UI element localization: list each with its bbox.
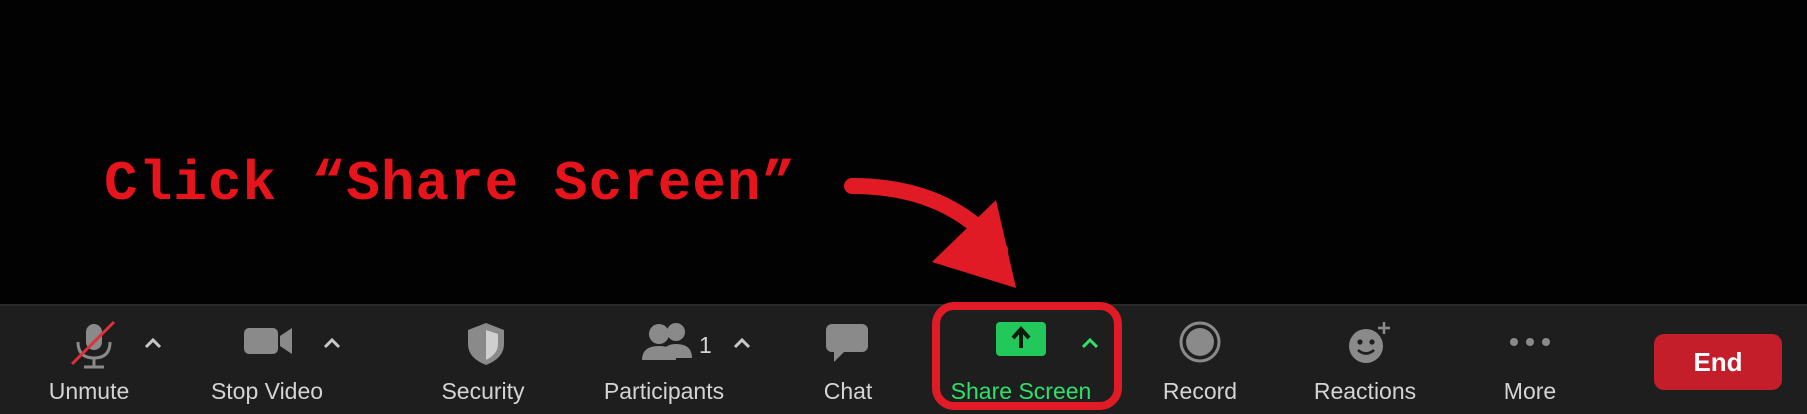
record-icon (1179, 321, 1221, 363)
chat-bubble-icon (826, 324, 868, 362)
chat-button[interactable]: Chat (800, 306, 896, 414)
video-options-chevron-icon[interactable] (322, 336, 342, 350)
unmute-label: Unmute (48, 378, 130, 404)
participants-icon (642, 323, 692, 360)
add-reaction-icon (1349, 322, 1390, 363)
more-button[interactable]: More (1480, 306, 1580, 414)
reactions-button[interactable]: Reactions (1300, 306, 1430, 414)
more-dots-icon (1510, 338, 1550, 346)
participants-label: Participants (603, 378, 725, 404)
shield-icon (468, 323, 504, 365)
more-label: More (1503, 378, 1557, 404)
stop-video-button[interactable]: Stop Video (200, 306, 340, 414)
meeting-toolbar: Unmute Stop Video Security 1 Participant… (0, 304, 1807, 414)
audio-options-chevron-icon[interactable] (143, 336, 163, 350)
stop-video-label: Stop Video (210, 378, 324, 404)
end-meeting-button[interactable]: End (1654, 334, 1782, 390)
microphone-muted-icon (70, 320, 116, 369)
security-label: Security (441, 378, 525, 404)
chat-label: Chat (823, 378, 873, 404)
security-button[interactable]: Security (430, 306, 540, 414)
participants-options-chevron-icon[interactable] (732, 336, 752, 350)
annotation-instruction-text: Click “Share Screen” (104, 152, 797, 216)
record-button[interactable]: Record (1150, 306, 1250, 414)
participants-button[interactable]: 1 Participants (590, 306, 740, 414)
unmute-button[interactable]: Unmute (40, 306, 170, 414)
video-camera-icon (244, 328, 292, 354)
reactions-label: Reactions (1313, 378, 1417, 404)
annotation-highlight-box (932, 302, 1122, 410)
participant-count: 1 (699, 332, 712, 358)
record-label: Record (1162, 378, 1238, 404)
